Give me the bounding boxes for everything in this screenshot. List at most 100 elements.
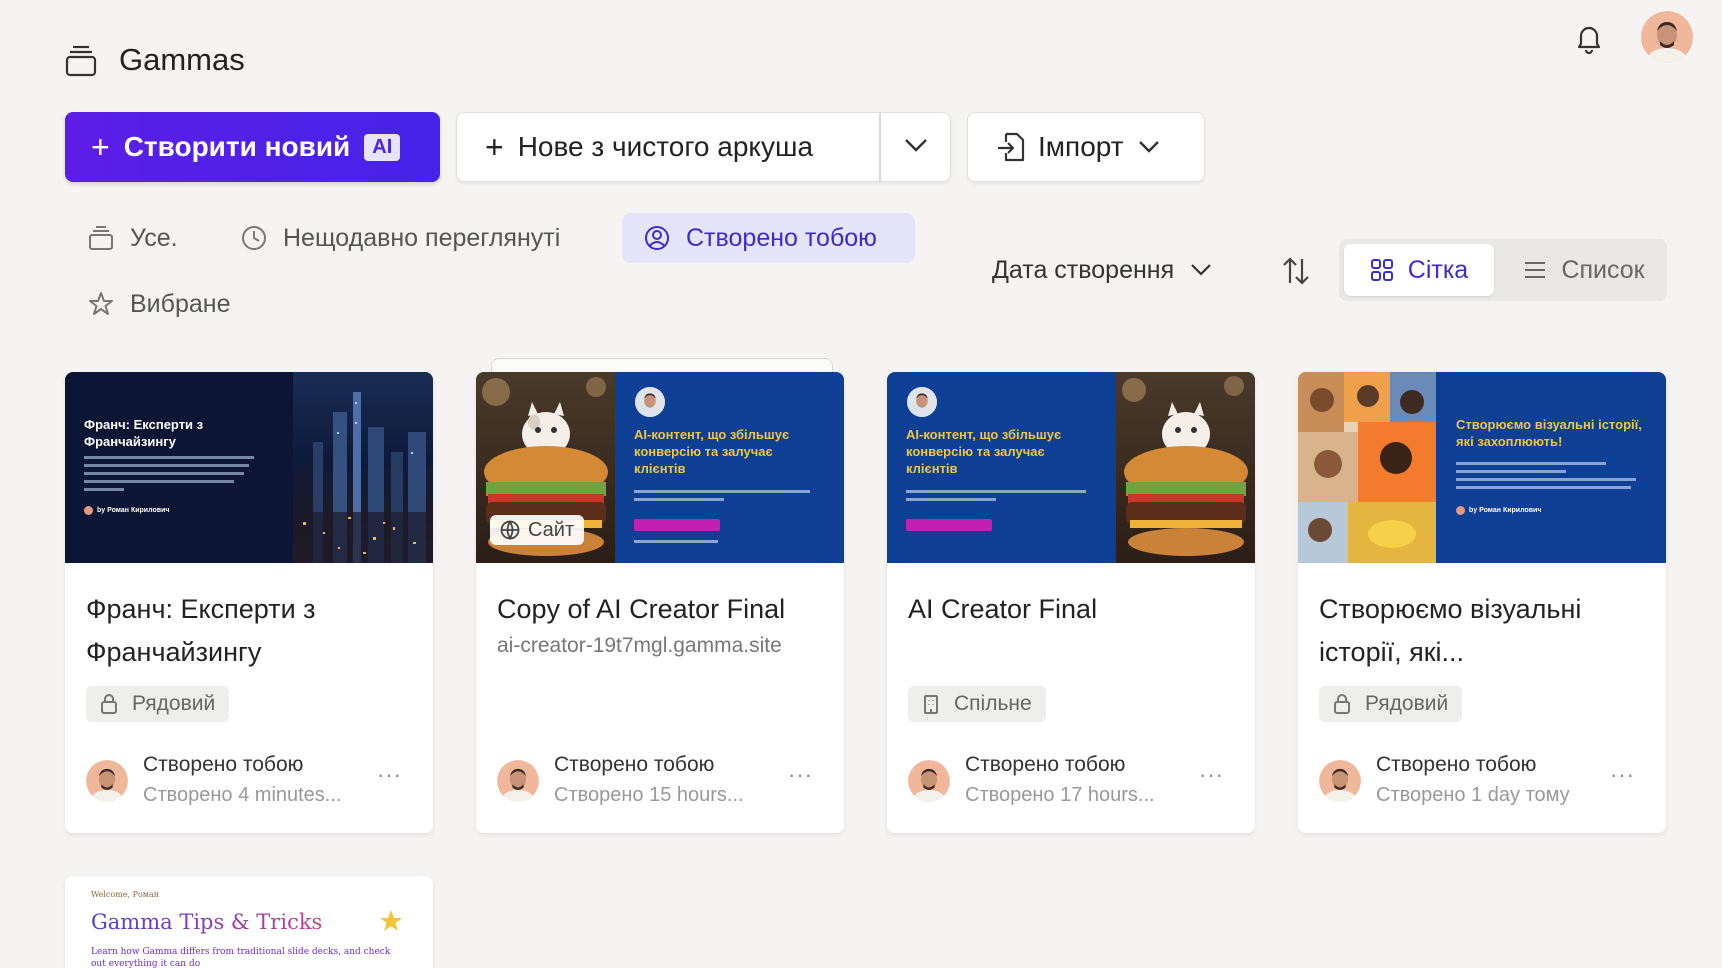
- card-thumbnail: Франч: Експерти з Франчайзингу by Роман …: [65, 372, 433, 563]
- more-options-icon[interactable]: ···: [788, 762, 814, 787]
- created-time: Створено 15 hours...: [554, 784, 744, 806]
- visibility-badge: Спільне: [908, 686, 1046, 722]
- slide-body-lines: [906, 490, 1086, 501]
- page-title: Gammas: [119, 42, 245, 77]
- owner-name: Створено тобою: [143, 753, 304, 776]
- plus-icon: +: [91, 129, 110, 165]
- card-title: Gamma Tips & Tricks: [91, 910, 323, 934]
- site-url[interactable]: ai-creator-19t7mgl.gamma.site: [497, 634, 782, 658]
- gamma-card[interactable]: Сайт AI-контент, що збільшує конверсію т…: [476, 372, 844, 833]
- author-avatar: [635, 387, 665, 417]
- filter-all-label: Усе.: [130, 223, 178, 252]
- slide-title: AI-контент, що збільшує конверсію та зал…: [634, 427, 790, 476]
- owner-name: Створено тобою: [1376, 753, 1537, 776]
- slide-body-lines: [84, 456, 264, 491]
- favorite-star-icon[interactable]: [378, 908, 404, 939]
- filter-created-by-you[interactable]: Створено тобою: [622, 213, 915, 263]
- gammas-stack-icon: [64, 44, 98, 78]
- author-avatar: [84, 506, 93, 515]
- globe-icon: [500, 520, 520, 540]
- filter-all[interactable]: Усе.: [74, 213, 192, 263]
- grid-view-button[interactable]: Сітка: [1344, 244, 1494, 296]
- visibility-badge: Рядовий: [1319, 686, 1463, 722]
- user-circle-icon: [644, 225, 670, 251]
- site-badge: Сайт: [490, 515, 585, 545]
- city-night-image: [293, 372, 433, 563]
- visibility-badge: Рядовий: [86, 686, 230, 722]
- import-button[interactable]: Імпорт: [967, 112, 1205, 182]
- slide-title: Створюємо візуальні історії, які захоплю…: [1456, 417, 1642, 449]
- filter-recent[interactable]: Нещодавно переглянуті: [227, 213, 574, 263]
- slide-body-lines: [1456, 462, 1636, 489]
- new-blank-button[interactable]: + Нове з чистого аркуша: [456, 112, 880, 182]
- sort-direction-icon[interactable]: [1280, 255, 1312, 287]
- lock-icon: [1333, 694, 1351, 714]
- author-avatar: [907, 387, 937, 417]
- created-time: Створено 17 hours...: [965, 784, 1155, 806]
- card-title: Франч: Експерти з Франчайзингу: [86, 594, 316, 667]
- card-title: Copy of AI Creator Final: [497, 594, 786, 624]
- user-avatar[interactable]: [1641, 11, 1693, 63]
- slide-footnote: [634, 540, 718, 543]
- new-blank-label: Нове з чистого аркуша: [517, 131, 814, 162]
- more-options-icon[interactable]: ···: [377, 762, 403, 787]
- clock-icon: [241, 225, 267, 251]
- owner-name: Створено тобою: [554, 753, 715, 776]
- slide-body-lines: [634, 490, 814, 501]
- filter-mine-label: Створено тобою: [686, 223, 877, 252]
- card-thumbnail: Створюємо візуальні історії, які захоплю…: [1298, 372, 1666, 563]
- slide-title: AI-контент, що збільшує конверсію та зал…: [906, 427, 1062, 476]
- plus-icon: +: [485, 129, 504, 165]
- slide-author: by Роман Кирилович: [84, 506, 169, 515]
- filter-favorites-label: Вибране: [130, 289, 231, 318]
- list-view-label: Список: [1561, 255, 1645, 284]
- new-blank-dropdown-button[interactable]: [880, 112, 951, 182]
- gamma-card[interactable]: Франч: Експерти з Франчайзингу by Роман …: [65, 372, 433, 833]
- more-options-icon[interactable]: ···: [1610, 762, 1636, 787]
- created-time: Створено 1 day тому: [1376, 784, 1570, 806]
- chevron-down-icon: [1190, 263, 1212, 277]
- lock-icon: [100, 694, 118, 714]
- owner-name: Створено тобою: [965, 753, 1126, 776]
- file-import-icon: [996, 131, 1026, 163]
- building-icon: [922, 694, 940, 714]
- create-new-ai-button[interactable]: + Створити новий AI: [65, 112, 440, 182]
- slide-author: by Роман Кирилович: [1456, 506, 1541, 515]
- card-title: AI Creator Final: [908, 594, 1098, 624]
- slide-title: Франч: Експерти з Франчайзингу: [84, 417, 204, 449]
- owner-avatar: [908, 760, 950, 802]
- sort-dropdown[interactable]: Дата створення: [992, 245, 1212, 295]
- ai-badge: AI: [364, 133, 401, 161]
- photo-collage-image: [1298, 372, 1436, 563]
- filter-favorites[interactable]: Вибране: [74, 279, 244, 329]
- bell-icon[interactable]: [1573, 22, 1605, 55]
- more-options-icon[interactable]: ···: [1199, 762, 1225, 787]
- create-new-label: Створити новий: [123, 131, 351, 162]
- gamma-card[interactable]: Welcome, Роман Gamma Tips & Tricks Learn…: [65, 876, 433, 968]
- grid-icon: [1370, 258, 1394, 282]
- view-toggle: Сітка Список: [1339, 239, 1667, 301]
- stacked-card-edge: [491, 358, 833, 372]
- owner-avatar: [86, 760, 128, 802]
- list-icon: [1523, 260, 1547, 280]
- filter-recent-label: Нещодавно переглянуті: [283, 223, 561, 252]
- created-time: Створено 4 minutes...: [143, 784, 342, 806]
- app-root: Gammas + Створити новий AI + Нове з чист…: [0, 0, 1722, 968]
- chevron-down-icon: [1138, 140, 1160, 154]
- star-icon: [88, 291, 114, 317]
- owner-avatar: [497, 760, 539, 802]
- grid-view-label: Сітка: [1407, 255, 1469, 284]
- welcome-text: Welcome, Роман: [91, 890, 160, 899]
- card-title: Створюємо візуальні історії, які...: [1319, 594, 1582, 667]
- burger-cat-image: [1116, 372, 1255, 563]
- card-description: Learn how Gamma differs from traditional…: [91, 947, 391, 968]
- chevron-down-icon: [903, 137, 929, 158]
- list-view-button[interactable]: Список: [1509, 244, 1659, 296]
- slide-cta: [906, 519, 992, 531]
- slide-cta: [634, 519, 720, 531]
- gamma-card[interactable]: AI-контент, що збільшує конверсію та зал…: [887, 372, 1255, 833]
- sort-label: Дата створення: [992, 255, 1175, 284]
- import-label: Імпорт: [1038, 131, 1124, 162]
- stack-icon: [88, 225, 114, 251]
- gamma-card[interactable]: Створюємо візуальні історії, які захоплю…: [1298, 372, 1666, 833]
